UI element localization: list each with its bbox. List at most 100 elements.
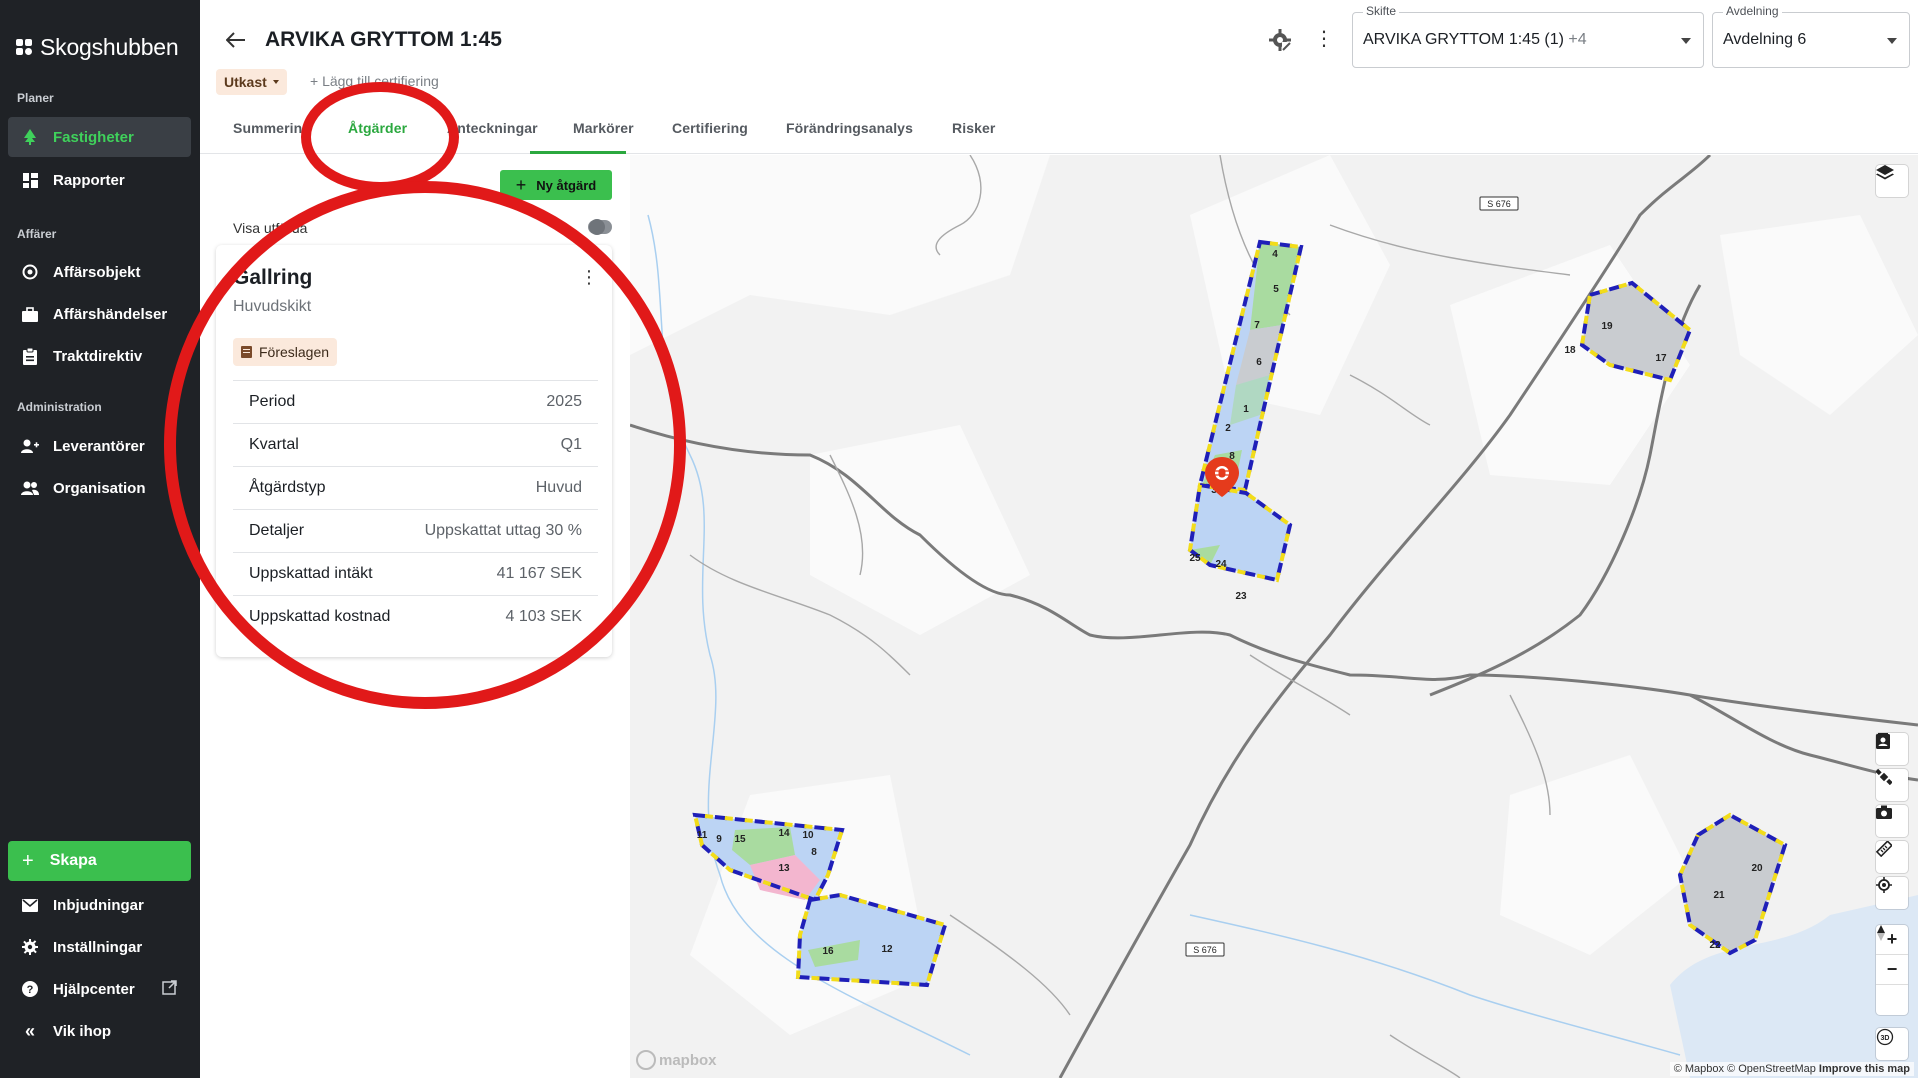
pitch-3d-button[interactable]: 3D bbox=[1876, 1028, 1908, 1060]
logo-icon bbox=[16, 39, 33, 56]
detail-key: Period bbox=[249, 393, 296, 410]
detail-value: 4 103 SEK bbox=[505, 608, 583, 625]
tab-risker[interactable]: Risker bbox=[952, 120, 995, 136]
zoom-out-button[interactable]: − bbox=[1876, 955, 1908, 985]
tab-atgarder[interactable]: Åtgärder bbox=[348, 120, 407, 136]
detail-value: Uppskattat uttag 30 % bbox=[424, 522, 582, 539]
sidebar-item-installningar[interactable]: Inställningar bbox=[8, 927, 191, 967]
contact-card-icon[interactable] bbox=[1876, 733, 1908, 765]
skifte-select-label: Skifte bbox=[1363, 4, 1400, 18]
stand-number: 13 bbox=[778, 863, 790, 874]
stand-number: 7 bbox=[1254, 320, 1260, 331]
map-canvas[interactable]: S 676 S 676 4 5 7 6 1 2 8 3 25 24 23 19 … bbox=[630, 155, 1918, 1078]
help-icon: ? bbox=[21, 980, 39, 998]
skifte-select-value: ARVIKA GRYTTOM 1:45 (1) +4 bbox=[1363, 31, 1587, 49]
new-action-button[interactable]: + Ny åtgärd bbox=[500, 170, 612, 200]
section-label-administration: Administration bbox=[17, 400, 102, 414]
sidebar-item-affarshandelser[interactable]: Affärshändelser bbox=[8, 294, 191, 334]
tab-certifiering[interactable]: Certifiering bbox=[672, 120, 748, 136]
attribution-text: © Mapbox © OpenStreetMap bbox=[1673, 1063, 1816, 1075]
stand-number: 17 bbox=[1655, 353, 1667, 364]
avdelning-select-value: Avdelning 6 bbox=[1723, 31, 1807, 48]
sidebar-item-hjalpcenter[interactable]: ? Hjälpcenter bbox=[8, 969, 191, 1009]
person-add-icon bbox=[21, 437, 39, 455]
sidebar-item-inbjudningar[interactable]: Inbjudningar bbox=[8, 885, 191, 925]
stand-number: 23 bbox=[1235, 591, 1247, 602]
pitch-label: 3D bbox=[1881, 1035, 1890, 1042]
stand-number: 2 bbox=[1225, 423, 1231, 434]
stand-number: 10 bbox=[802, 830, 814, 841]
stand-number: 9 bbox=[716, 834, 722, 845]
stand-number: 8 bbox=[811, 847, 817, 858]
show-done-toggle[interactable] bbox=[588, 219, 612, 235]
detail-value: Q1 bbox=[560, 436, 582, 453]
forest-stand-group[interactable] bbox=[1187, 482, 1293, 583]
target-icon bbox=[21, 263, 39, 281]
satellite-icon[interactable] bbox=[1876, 769, 1908, 801]
card-more-vertical-icon[interactable]: ⋮ bbox=[580, 268, 598, 286]
property-settings-icon[interactable] bbox=[1268, 28, 1294, 54]
detail-row: Period 2025 bbox=[233, 380, 598, 423]
sidebar-item-fastigheter[interactable]: Fastigheter bbox=[8, 117, 191, 157]
plus-icon: + bbox=[515, 174, 527, 195]
stand-number: 21 bbox=[1713, 890, 1725, 901]
external-link-icon bbox=[162, 979, 177, 999]
sidebar-item-traktdirektiv[interactable]: Traktdirektiv bbox=[8, 336, 191, 376]
status-dropdown[interactable]: Utkast bbox=[216, 69, 287, 95]
more-vertical-icon[interactable]: ⋮ bbox=[1314, 28, 1334, 50]
brand-logo[interactable]: Skogshubben bbox=[16, 34, 179, 61]
status-badge: Föreslagen bbox=[233, 338, 338, 366]
tab-bar: Summering Åtgärder Anteckningar Markörer… bbox=[200, 108, 1918, 154]
mapbox-logo-mark bbox=[636, 1050, 656, 1070]
create-button[interactable]: + Skapa bbox=[8, 841, 191, 881]
ruler-icon[interactable] bbox=[1876, 841, 1908, 873]
map-attribution: © Mapbox © OpenStreetMap Improve this ma… bbox=[1669, 1062, 1914, 1076]
back-arrow-icon[interactable] bbox=[225, 28, 246, 54]
my-location-icon[interactable] bbox=[1876, 877, 1908, 909]
add-certification-link[interactable]: + Lägg till certifiering bbox=[310, 73, 439, 89]
action-details-table: Period 2025 Kvartal Q1 Åtgärdstyp Huvud Det… bbox=[233, 380, 598, 638]
camera-icon[interactable] bbox=[1876, 805, 1908, 837]
settings-gear-icon bbox=[21, 938, 39, 956]
tab-forandringsanalys[interactable]: Förändringsanalys bbox=[786, 120, 913, 136]
detail-row: Kvartal Q1 bbox=[233, 423, 598, 466]
skifte-select[interactable]: Skifte ARVIKA GRYTTOM 1:45 (1) +4 bbox=[1352, 4, 1704, 68]
sidebar-item-leverantorer[interactable]: Leverantörer bbox=[8, 426, 191, 466]
sidebar-item-label: Vik ihop bbox=[53, 1022, 112, 1040]
layers-icon[interactable] bbox=[1876, 165, 1908, 197]
map-view[interactable]: S 676 S 676 4 5 7 6 1 2 8 3 25 24 23 19 … bbox=[630, 155, 1918, 1078]
tab-anteckningar[interactable]: Anteckningar bbox=[447, 120, 538, 136]
sidebar-item-rapporter[interactable]: Rapporter bbox=[8, 160, 191, 200]
mapbox-logo[interactable]: mapbox bbox=[636, 1050, 717, 1070]
dashboard-icon bbox=[21, 171, 39, 189]
sidebar-item-affarsobjekt[interactable]: Affärsobjekt bbox=[8, 252, 191, 292]
mapbox-logo-text: mapbox bbox=[659, 1051, 717, 1069]
sidebar-item-label: Affärsobjekt bbox=[53, 263, 141, 281]
status-label: Utkast bbox=[224, 74, 267, 90]
stand-number: 22 bbox=[1709, 940, 1721, 951]
caret-down-icon bbox=[272, 80, 279, 84]
section-label-planer: Planer bbox=[17, 91, 54, 105]
briefcase-icon bbox=[21, 305, 39, 323]
skifte-extra-count: +4 bbox=[1568, 31, 1587, 48]
action-card[interactable]: Gallring Huvudskikt ⋮ Föreslagen Period 2… bbox=[216, 245, 612, 657]
stand-number: 12 bbox=[881, 944, 893, 955]
skifte-value-text: ARVIKA GRYTTOM 1:45 (1) bbox=[1363, 31, 1564, 48]
sidebar-item-label: Fastigheter bbox=[53, 128, 134, 146]
stand-number: 6 bbox=[1256, 357, 1262, 368]
forest-stand-group[interactable] bbox=[1677, 812, 1788, 956]
stand-number: 18 bbox=[1564, 345, 1576, 356]
tab-summering[interactable]: Summering bbox=[233, 120, 311, 136]
avdelning-select[interactable]: Avdelning Avdelning 6 bbox=[1712, 4, 1910, 68]
sidebar-item-organisation[interactable]: Organisation bbox=[8, 468, 191, 508]
zoom-controls: + − bbox=[1876, 925, 1908, 1015]
detail-key: Detaljer bbox=[249, 522, 305, 539]
forest-stand-group[interactable] bbox=[795, 892, 948, 988]
sidebar-item-collapse[interactable]: « Vik ihop bbox=[8, 1011, 191, 1051]
new-action-label: Ny åtgärd bbox=[536, 177, 597, 193]
clipboard-icon bbox=[21, 347, 39, 365]
tab-markorer[interactable]: Markörer bbox=[573, 120, 634, 136]
app-root: Skogshubben Planer Fastigheter Rapporter… bbox=[0, 0, 1918, 1078]
compass-icon[interactable] bbox=[1876, 925, 1908, 1015]
improve-map-link[interactable]: Improve this map bbox=[1819, 1063, 1910, 1075]
